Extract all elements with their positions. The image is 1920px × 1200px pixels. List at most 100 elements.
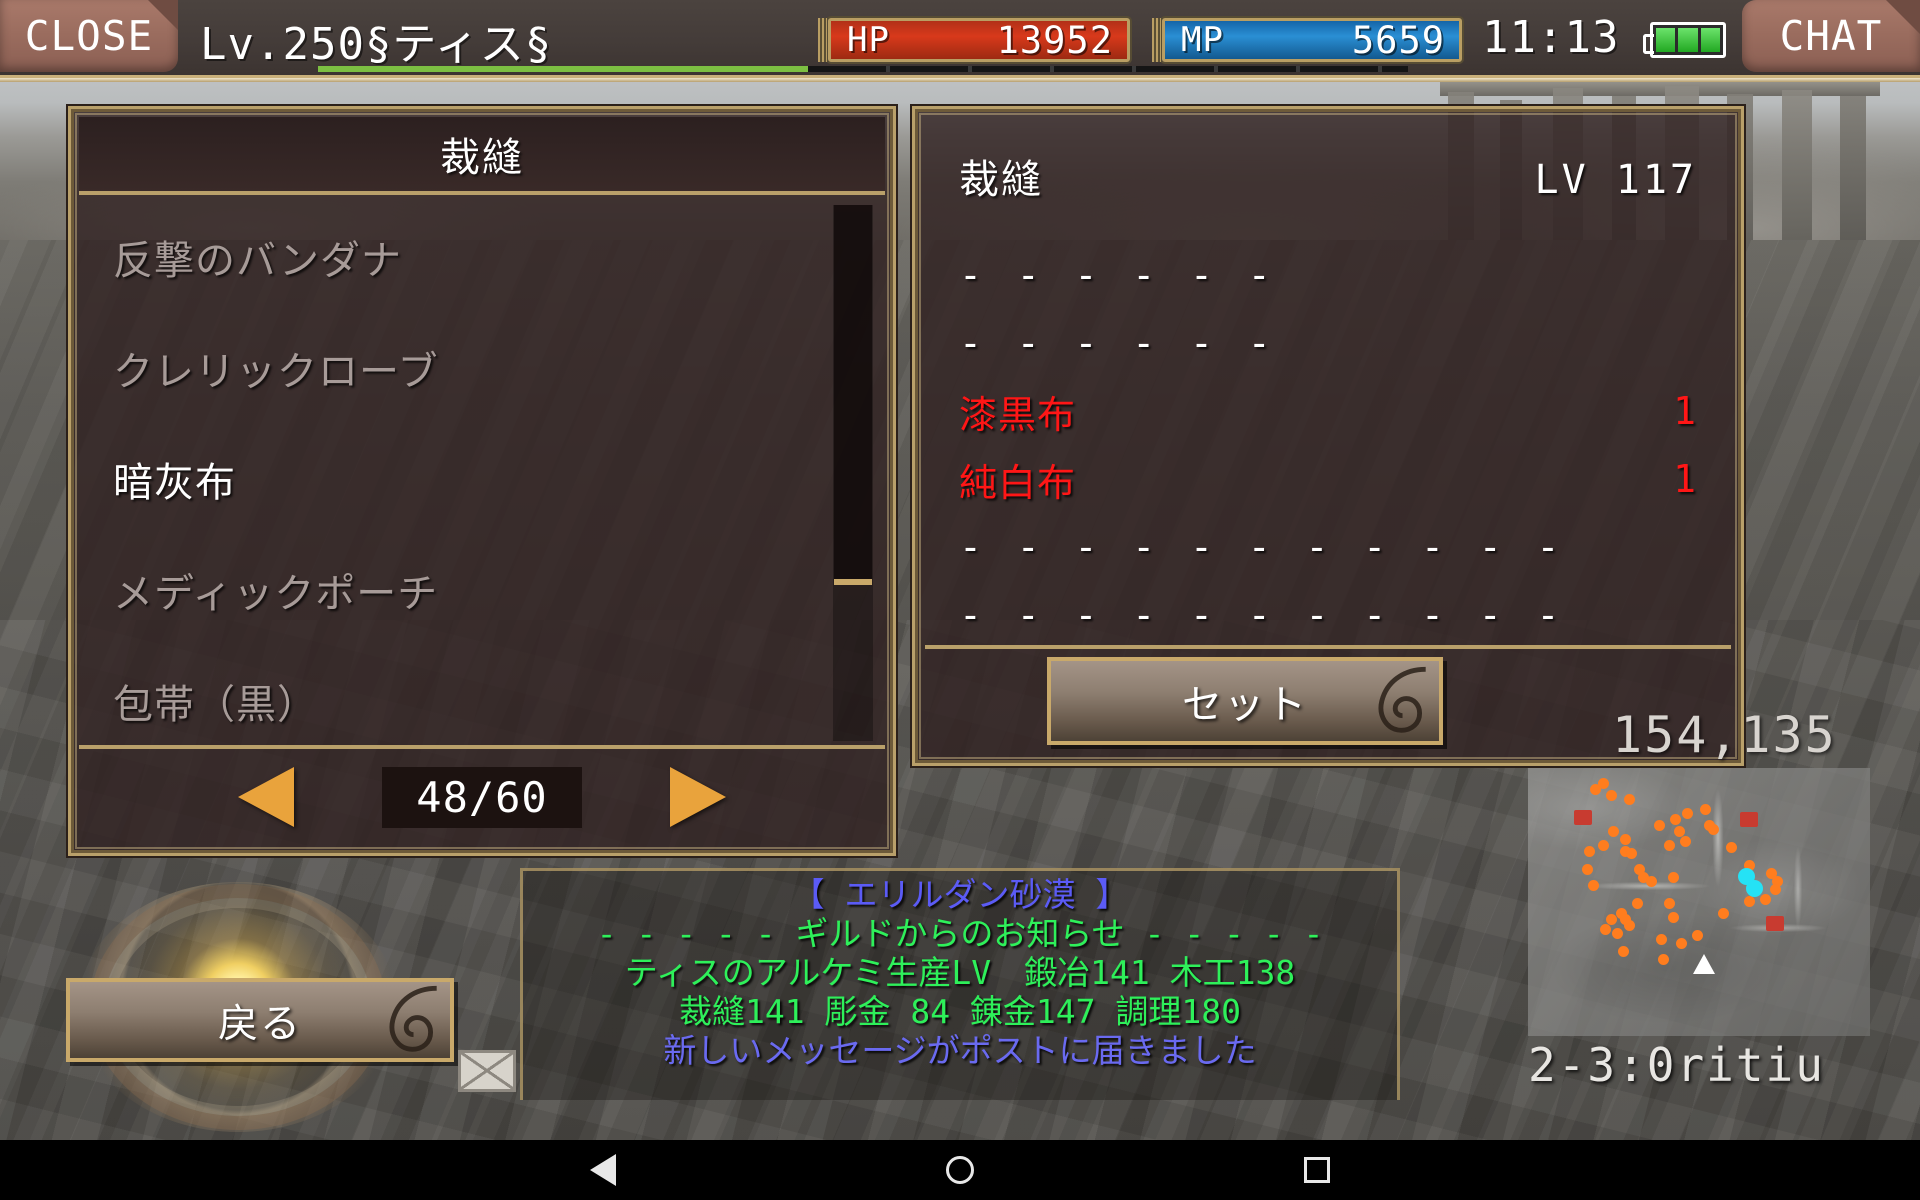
close-button-label: CLOSE [24,12,154,60]
minimap-coordinates: 2-3:0ritiu [1528,1038,1825,1092]
minimap-monster-dot [1744,896,1755,907]
detail-panel-body: 裁縫 LV 117 - - - - - - - - - - - - 漆黒布 1 純白布 1… [925,119,1731,645]
detail-panel-level: LV 117 [1534,157,1697,203]
recipe-list-item[interactable]: クレリックローブ [79,312,885,423]
arrow-right-icon[interactable] [670,767,726,827]
recipe-list-item[interactable]: メディックポーチ [79,534,885,645]
recipe-panel: 裁縫 反撃のバンダナ クレリックローブ 暗灰布メディックポーチ包帯（黒） 48/60 [68,106,896,856]
minimap-monster-dot [1676,938,1687,949]
recipe-pager: 48/60 [79,745,885,845]
chat-log[interactable]: 【 エリルダン砂漠 】 - - - - - ギルドからのお知らせ - - - - … [520,868,1400,1100]
minimap-monster-dot [1760,894,1771,905]
recipe-list-item[interactable]: 包帯（黒） [79,645,885,745]
chat-line: 【 エリルダン砂漠 】 [791,875,1129,914]
minimap-monster-dot [1584,846,1595,857]
minimap-monster-dot [1624,794,1635,805]
game-screen: Lv.250§ティス§ HP 13952 MP 5659 11:13 CLOSE… [0,0,1920,1200]
minimap-monster-dot [1664,840,1675,851]
set-button-label: セット [1182,682,1308,728]
back-button[interactable]: 戻る [66,978,454,1062]
minimap-monster-dot [1668,872,1679,883]
minimap-monster-dot [1664,898,1675,909]
minimap-monster-dot [1718,908,1729,919]
top-status-bar: Lv.250§ティス§ HP 13952 MP 5659 11:13 [0,0,1920,82]
recipe-list-item-label: クレリックローブ [113,348,439,395]
mp-bar: MP 5659 [1152,18,1462,62]
exp-bar-fill [318,66,808,72]
chat-button[interactable]: CHAT [1742,0,1920,72]
ruin-column [1840,96,1866,242]
material-row: 漆黒布 1 [959,377,1697,445]
ruin-column [1782,90,1812,246]
battery-icon [1643,22,1726,58]
recipe-page-count: 48/60 [382,766,582,828]
recipe-panel-title: 裁縫 [440,135,524,181]
detail-panel: 裁縫 LV 117 - - - - - - - - - - - - 漆黒布 1 純白布 1… [912,106,1744,766]
minimap-monster-dot [1618,946,1629,957]
recipe-list-item[interactable]: 反撃のバンダナ [79,201,885,312]
swirl-ornament-icon [1378,666,1426,733]
minimap-monster-dot [1646,876,1657,887]
clock: 11:13 [1482,12,1620,63]
minimap[interactable] [1528,768,1870,1036]
minimap-monster-dot [1656,934,1667,945]
minimap-monster-dot [1582,864,1593,875]
minimap-monster-dot [1620,834,1631,845]
minimap-monster-dot [1770,884,1781,895]
hp-bar-grip [818,18,827,62]
chat-button-label: CHAT [1779,12,1883,60]
recipe-list-item-label: 包帯（黒） [113,681,318,728]
minimap-monster-dot [1606,914,1617,925]
minimap-monster-dot [1700,804,1711,815]
mp-bar-grip [1152,18,1161,62]
minimap-monster-dot [1624,920,1635,931]
material-name: - - - - - - [959,253,1277,297]
material-name: 漆黒布 [959,392,1077,437]
material-name: 純白布 [959,460,1077,505]
minimap-paths [1528,768,1870,1036]
mp-value: 5659 [1351,18,1445,62]
hp-value: 13952 [996,18,1113,62]
material-row: - - - - - - [959,309,1697,377]
detail-title-row: 裁縫 LV 117 [959,147,1697,205]
arrow-left-icon[interactable] [238,767,294,827]
minimap-portal-marker [1766,916,1784,931]
character-name: Lv.250§ティス§ [200,19,553,70]
detail-panel-title: 裁縫 [959,157,1043,203]
recipe-list-item[interactable]: 暗灰布 [79,423,885,534]
material-name: - - - - - - [959,321,1277,365]
money-amount: 154,135 [1612,706,1837,764]
minimap-monster-dot [1612,928,1623,939]
minimap-monster-dot [1708,824,1719,835]
nav-home-icon[interactable] [946,1156,974,1184]
recipe-scrollbar-thumb[interactable] [834,205,872,585]
detail-panel-footer: セット [925,645,1731,753]
mail-icon[interactable] [458,1050,516,1092]
recipe-list-item-label: 反撃のバンダナ [113,237,402,284]
recipe-list-item-label: 暗灰布 [113,459,236,506]
chat-line: - - - - - ギルドからのお知らせ - - - - - [596,914,1324,953]
back-button-label: 戻る [218,1001,302,1047]
nav-recent-icon[interactable] [1304,1157,1330,1183]
set-button[interactable]: セット [1047,657,1443,745]
fold-corner-icon [1886,0,1920,34]
mp-label: MP [1181,20,1224,60]
minimap-portal-marker [1740,812,1758,827]
minimap-monster-dot [1588,880,1599,891]
minimap-player-dot [1746,880,1763,897]
material-list: - - - - - - - - - - - - 漆黒布 1 純白布 1 - - - - - … [959,241,1697,649]
minimap-monster-dot [1668,912,1679,923]
nav-back-icon[interactable] [590,1154,616,1186]
material-name: - - - - - - - - - - - [959,593,1566,637]
recipe-list[interactable]: 反撃のバンダナ クレリックローブ 暗灰布メディックポーチ包帯（黒） [79,201,885,745]
material-name: - - - - - - - - - - - [959,525,1566,569]
close-button[interactable]: CLOSE [0,0,178,72]
material-quantity: 1 [1673,389,1697,433]
material-row: 純白布 1 [959,445,1697,513]
material-quantity: 1 [1673,457,1697,501]
minimap-monster-dot [1680,836,1691,847]
minimap-monster-dot [1654,820,1665,831]
material-row: - - - - - - - - - - - [959,581,1697,649]
recipe-scrollbar[interactable] [833,205,873,741]
chat-line: 裁縫141 彫金 84 錬金147 調理180 [678,992,1241,1031]
